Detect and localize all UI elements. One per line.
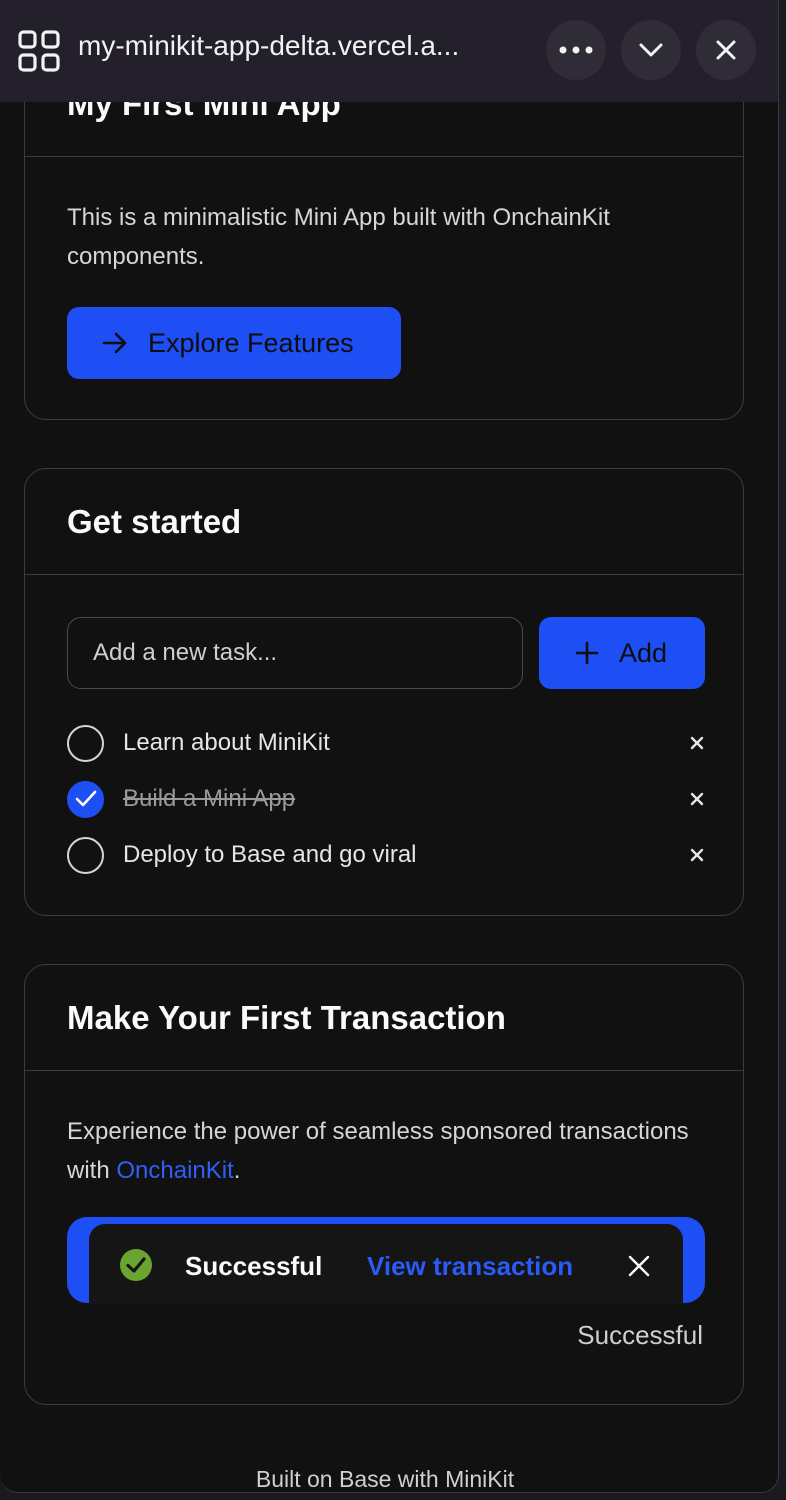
close-icon (716, 40, 736, 60)
tasks-card-header: Get started (25, 469, 743, 575)
view-transaction-link[interactable]: View transaction (367, 1251, 573, 1282)
add-task-button[interactable]: Add (539, 617, 705, 689)
transaction-description: Experience the power of seamless sponsor… (67, 1112, 707, 1190)
task-label: Deploy to Base and go viral (123, 841, 417, 868)
delete-task-icon[interactable] (687, 733, 707, 753)
transaction-card: Make Your First Transaction Experience t… (24, 964, 744, 1405)
toast-status: Successful (185, 1251, 323, 1281)
more-button[interactable] (546, 20, 606, 80)
delete-task-icon[interactable] (687, 845, 707, 865)
task-checkbox[interactable] (67, 724, 104, 762)
more-horizontal-icon (559, 46, 593, 54)
task-checkbox[interactable] (67, 836, 104, 874)
add-task-label: Add (619, 637, 668, 668)
chevron-down-icon (639, 43, 663, 57)
transaction-description-suffix: . (233, 1157, 241, 1184)
app-topbar: my-minikit-app-delta.vercel.a... (0, 0, 778, 102)
arrow-right-icon (102, 332, 127, 354)
toast-close-icon[interactable] (627, 1254, 651, 1278)
collapse-button[interactable] (621, 20, 681, 80)
task-item: Deploy to Base and go viral (67, 835, 707, 875)
transaction-toast: Successful View transaction (89, 1224, 683, 1304)
success-check-icon (120, 1249, 152, 1281)
transaction-status: Successful (577, 1320, 703, 1350)
footer-text: Built on Base with MiniKit (255, 1466, 515, 1492)
task-label: Learn about MiniKit (123, 729, 330, 756)
explore-features-button[interactable]: Explore Features (67, 307, 401, 379)
intro-description: This is a minimalistic Mini App built wi… (67, 204, 610, 270)
delete-task-icon[interactable] (687, 789, 707, 809)
plus-icon (575, 641, 599, 665)
app-url: my-minikit-app-delta.vercel.a... (78, 30, 460, 61)
checkmark-icon (75, 790, 96, 807)
intro-card: My First Mini App This is a minimalistic… (24, 50, 744, 420)
tasks-card: Get started Add Learn about MiniKit (24, 468, 744, 916)
task-item: Learn about MiniKit (67, 723, 707, 763)
task-label: Build a Mini App (123, 785, 296, 812)
task-checkbox-checked[interactable] (67, 780, 104, 818)
onchainkit-link[interactable]: OnchainKit (116, 1157, 233, 1184)
transaction-card-title: Make Your First Transaction (67, 998, 506, 1036)
transaction-card-header: Make Your First Transaction (25, 965, 743, 1071)
task-item: Build a Mini App (67, 779, 707, 819)
transaction-button[interactable]: Successful View transaction (67, 1217, 705, 1304)
mini-app-frame: my-minikit-app-delta.vercel.a... My Firs… (0, 0, 779, 1493)
tasks-card-title: Get started (67, 502, 242, 540)
grid-apps-icon[interactable] (18, 30, 60, 72)
new-task-input[interactable] (67, 617, 523, 689)
close-button[interactable] (696, 20, 756, 80)
explore-features-label: Explore Features (148, 327, 354, 358)
